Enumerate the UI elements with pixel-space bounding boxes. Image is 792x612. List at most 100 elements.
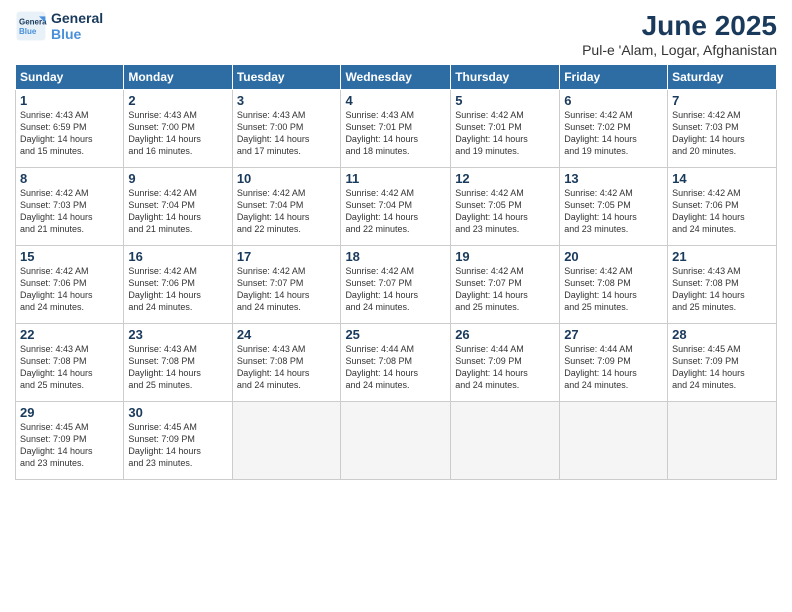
day-number: 3: [237, 93, 337, 108]
day-info: Sunrise: 4:42 AM Sunset: 7:07 PM Dayligh…: [237, 265, 337, 314]
calendar-cell: 20Sunrise: 4:42 AM Sunset: 7:08 PM Dayli…: [560, 246, 668, 324]
day-info: Sunrise: 4:42 AM Sunset: 7:06 PM Dayligh…: [672, 187, 772, 236]
calendar-week-1: 1Sunrise: 4:43 AM Sunset: 6:59 PM Daylig…: [16, 90, 777, 168]
day-info: Sunrise: 4:42 AM Sunset: 7:06 PM Dayligh…: [20, 265, 119, 314]
day-info: Sunrise: 4:43 AM Sunset: 7:00 PM Dayligh…: [128, 109, 227, 158]
calendar-cell: 23Sunrise: 4:43 AM Sunset: 7:08 PM Dayli…: [124, 324, 232, 402]
calendar-cell: 29Sunrise: 4:45 AM Sunset: 7:09 PM Dayli…: [16, 402, 124, 480]
day-number: 8: [20, 171, 119, 186]
day-info: Sunrise: 4:42 AM Sunset: 7:03 PM Dayligh…: [20, 187, 119, 236]
day-info: Sunrise: 4:43 AM Sunset: 7:08 PM Dayligh…: [128, 343, 227, 392]
calendar-cell: 9Sunrise: 4:42 AM Sunset: 7:04 PM Daylig…: [124, 168, 232, 246]
day-header-friday: Friday: [560, 65, 668, 90]
day-number: 19: [455, 249, 555, 264]
day-number: 16: [128, 249, 227, 264]
day-info: Sunrise: 4:43 AM Sunset: 6:59 PM Dayligh…: [20, 109, 119, 158]
calendar-cell: 17Sunrise: 4:42 AM Sunset: 7:07 PM Dayli…: [232, 246, 341, 324]
day-header-tuesday: Tuesday: [232, 65, 341, 90]
calendar-cell: 8Sunrise: 4:42 AM Sunset: 7:03 PM Daylig…: [16, 168, 124, 246]
day-number: 28: [672, 327, 772, 342]
calendar-cell: 19Sunrise: 4:42 AM Sunset: 7:07 PM Dayli…: [451, 246, 560, 324]
day-info: Sunrise: 4:42 AM Sunset: 7:05 PM Dayligh…: [455, 187, 555, 236]
calendar-cell: 1Sunrise: 4:43 AM Sunset: 6:59 PM Daylig…: [16, 90, 124, 168]
calendar: SundayMondayTuesdayWednesdayThursdayFrid…: [15, 64, 777, 480]
calendar-week-4: 22Sunrise: 4:43 AM Sunset: 7:08 PM Dayli…: [16, 324, 777, 402]
day-number: 30: [128, 405, 227, 420]
calendar-cell: [451, 402, 560, 480]
main-title: June 2025: [582, 10, 777, 42]
day-header-saturday: Saturday: [668, 65, 777, 90]
day-number: 12: [455, 171, 555, 186]
day-number: 23: [128, 327, 227, 342]
day-info: Sunrise: 4:45 AM Sunset: 7:09 PM Dayligh…: [20, 421, 119, 470]
calendar-cell: 5Sunrise: 4:42 AM Sunset: 7:01 PM Daylig…: [451, 90, 560, 168]
day-number: 10: [237, 171, 337, 186]
day-info: Sunrise: 4:42 AM Sunset: 7:06 PM Dayligh…: [128, 265, 227, 314]
day-info: Sunrise: 4:42 AM Sunset: 7:02 PM Dayligh…: [564, 109, 663, 158]
calendar-cell: 28Sunrise: 4:45 AM Sunset: 7:09 PM Dayli…: [668, 324, 777, 402]
calendar-cell: [560, 402, 668, 480]
day-number: 11: [345, 171, 446, 186]
calendar-cell: [232, 402, 341, 480]
calendar-week-2: 8Sunrise: 4:42 AM Sunset: 7:03 PM Daylig…: [16, 168, 777, 246]
calendar-cell: 25Sunrise: 4:44 AM Sunset: 7:08 PM Dayli…: [341, 324, 451, 402]
calendar-cell: 7Sunrise: 4:42 AM Sunset: 7:03 PM Daylig…: [668, 90, 777, 168]
day-info: Sunrise: 4:42 AM Sunset: 7:03 PM Dayligh…: [672, 109, 772, 158]
day-info: Sunrise: 4:42 AM Sunset: 7:04 PM Dayligh…: [128, 187, 227, 236]
calendar-cell: 11Sunrise: 4:42 AM Sunset: 7:04 PM Dayli…: [341, 168, 451, 246]
calendar-cell: 16Sunrise: 4:42 AM Sunset: 7:06 PM Dayli…: [124, 246, 232, 324]
day-number: 15: [20, 249, 119, 264]
logo: General Blue General Blue: [15, 10, 103, 42]
day-number: 20: [564, 249, 663, 264]
day-info: Sunrise: 4:42 AM Sunset: 7:08 PM Dayligh…: [564, 265, 663, 314]
day-header-thursday: Thursday: [451, 65, 560, 90]
day-number: 7: [672, 93, 772, 108]
calendar-cell: 3Sunrise: 4:43 AM Sunset: 7:00 PM Daylig…: [232, 90, 341, 168]
calendar-cell: 26Sunrise: 4:44 AM Sunset: 7:09 PM Dayli…: [451, 324, 560, 402]
calendar-cell: 22Sunrise: 4:43 AM Sunset: 7:08 PM Dayli…: [16, 324, 124, 402]
day-number: 29: [20, 405, 119, 420]
day-info: Sunrise: 4:43 AM Sunset: 7:08 PM Dayligh…: [20, 343, 119, 392]
day-number: 1: [20, 93, 119, 108]
calendar-cell: 27Sunrise: 4:44 AM Sunset: 7:09 PM Dayli…: [560, 324, 668, 402]
calendar-cell: 12Sunrise: 4:42 AM Sunset: 7:05 PM Dayli…: [451, 168, 560, 246]
calendar-cell: 6Sunrise: 4:42 AM Sunset: 7:02 PM Daylig…: [560, 90, 668, 168]
day-header-sunday: Sunday: [16, 65, 124, 90]
day-info: Sunrise: 4:42 AM Sunset: 7:07 PM Dayligh…: [345, 265, 446, 314]
calendar-cell: [668, 402, 777, 480]
day-info: Sunrise: 4:44 AM Sunset: 7:09 PM Dayligh…: [564, 343, 663, 392]
day-info: Sunrise: 4:43 AM Sunset: 7:08 PM Dayligh…: [672, 265, 772, 314]
title-area: June 2025 Pul-e 'Alam, Logar, Afghanista…: [582, 10, 777, 58]
calendar-cell: 24Sunrise: 4:43 AM Sunset: 7:08 PM Dayli…: [232, 324, 341, 402]
page: General Blue General Blue June 2025 Pul-…: [0, 0, 792, 612]
calendar-cell: 4Sunrise: 4:43 AM Sunset: 7:01 PM Daylig…: [341, 90, 451, 168]
calendar-week-5: 29Sunrise: 4:45 AM Sunset: 7:09 PM Dayli…: [16, 402, 777, 480]
day-number: 26: [455, 327, 555, 342]
day-number: 22: [20, 327, 119, 342]
subtitle: Pul-e 'Alam, Logar, Afghanistan: [582, 42, 777, 58]
calendar-header-row: SundayMondayTuesdayWednesdayThursdayFrid…: [16, 65, 777, 90]
day-header-monday: Monday: [124, 65, 232, 90]
day-number: 18: [345, 249, 446, 264]
calendar-cell: 2Sunrise: 4:43 AM Sunset: 7:00 PM Daylig…: [124, 90, 232, 168]
day-info: Sunrise: 4:45 AM Sunset: 7:09 PM Dayligh…: [672, 343, 772, 392]
calendar-cell: 18Sunrise: 4:42 AM Sunset: 7:07 PM Dayli…: [341, 246, 451, 324]
day-info: Sunrise: 4:42 AM Sunset: 7:01 PM Dayligh…: [455, 109, 555, 158]
day-number: 17: [237, 249, 337, 264]
calendar-cell: 30Sunrise: 4:45 AM Sunset: 7:09 PM Dayli…: [124, 402, 232, 480]
day-number: 9: [128, 171, 227, 186]
day-info: Sunrise: 4:42 AM Sunset: 7:07 PM Dayligh…: [455, 265, 555, 314]
calendar-cell: 15Sunrise: 4:42 AM Sunset: 7:06 PM Dayli…: [16, 246, 124, 324]
calendar-cell: [341, 402, 451, 480]
day-number: 27: [564, 327, 663, 342]
day-number: 13: [564, 171, 663, 186]
day-number: 6: [564, 93, 663, 108]
header: General Blue General Blue June 2025 Pul-…: [15, 10, 777, 58]
day-info: Sunrise: 4:44 AM Sunset: 7:08 PM Dayligh…: [345, 343, 446, 392]
day-number: 5: [455, 93, 555, 108]
logo-icon: General Blue: [15, 10, 47, 42]
day-info: Sunrise: 4:42 AM Sunset: 7:04 PM Dayligh…: [345, 187, 446, 236]
day-info: Sunrise: 4:43 AM Sunset: 7:08 PM Dayligh…: [237, 343, 337, 392]
day-info: Sunrise: 4:42 AM Sunset: 7:05 PM Dayligh…: [564, 187, 663, 236]
logo-text: General Blue: [51, 10, 103, 42]
